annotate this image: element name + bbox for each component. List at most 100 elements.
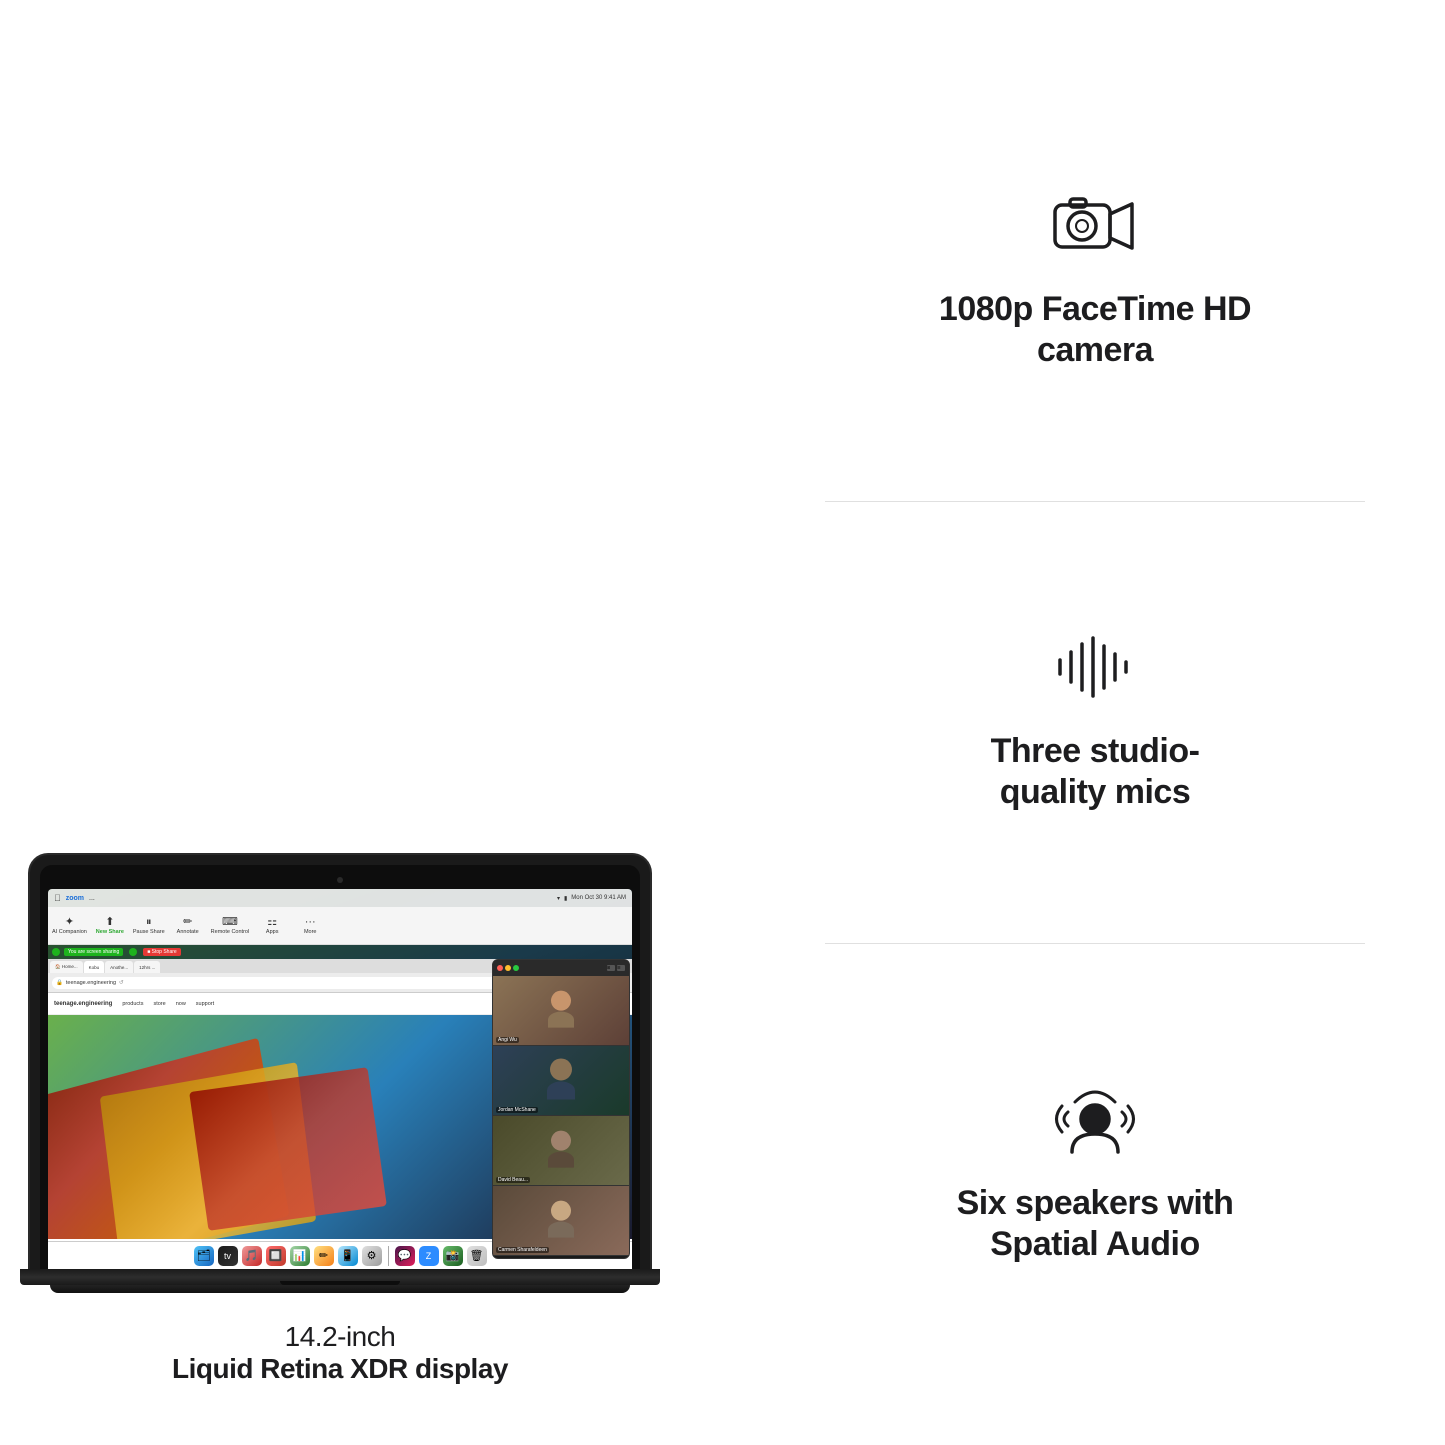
- refresh-icon: ↺: [119, 980, 124, 986]
- mic-icon-area: [1050, 632, 1140, 707]
- remote-control-icon: ⌨: [222, 917, 238, 928]
- toolbar-annotate[interactable]: ✏ Annotate: [173, 917, 203, 935]
- dock-icon-numbers[interactable]: 📊: [290, 1246, 310, 1266]
- macbook-screen-outer:  zoom ... ▾ ▮ Mon Oct 30 9:41 AM: [30, 855, 650, 1269]
- toolbar-pause-share[interactable]: ⏸ Pause Share: [133, 917, 165, 935]
- pause-share-icon: ⏸: [146, 917, 152, 928]
- macbook-bottom: [50, 1285, 630, 1293]
- annotate-label: Annotate: [177, 929, 199, 935]
- display-type-label: Liquid Retina XDR display: [172, 1353, 508, 1385]
- camera-icon: [1050, 190, 1140, 260]
- participant-name-4: Carmen Sharafeldeen: [496, 1247, 549, 1253]
- nav-products[interactable]: products: [122, 1001, 143, 1007]
- ai-companion-icon: ✦: [65, 917, 74, 928]
- speaker-icon: [1050, 1064, 1140, 1154]
- speaker-icon-area: [1050, 1064, 1140, 1159]
- more-icon: ···: [305, 917, 316, 928]
- dock-icon-slack[interactable]: 💬: [395, 1246, 415, 1266]
- apps-icon: ⚏: [267, 917, 277, 928]
- speakers-feature-title: Six speakers with Spatial Audio: [957, 1183, 1234, 1265]
- participant-name-3: David Beau...: [496, 1177, 530, 1183]
- sharing-bar: You are screen sharing ■ Stop Share: [48, 945, 632, 959]
- remote-control-label: Remote Control: [211, 929, 250, 935]
- lock-icon: 🔒: [56, 980, 63, 986]
- battery-icon: ▮: [564, 895, 567, 902]
- sharing-dot: [129, 948, 137, 956]
- zoom-panel-controls: [497, 965, 519, 971]
- zoom-menu-label: zoom: [66, 895, 84, 902]
- browser-tab-home[interactable]: 🏠 Home...: [50, 961, 83, 973]
- menu-bar-right: ▾ ▮ Mon Oct 30 9:41 AM: [557, 895, 626, 902]
- camera-icon-area: [1050, 190, 1140, 265]
- sharing-indicator: [52, 948, 60, 956]
- feature-mics: Three studio- quality mics: [825, 502, 1365, 943]
- close-dot[interactable]: [497, 965, 503, 971]
- macbook-display:  zoom ... ▾ ▮ Mon Oct 30 9:41 AM: [48, 889, 632, 1269]
- toolbar-new-share[interactable]: ⬆ New Share: [95, 917, 125, 935]
- dock-icon-trash[interactable]: 🗑: [467, 1246, 487, 1266]
- camera-feature-title: 1080p FaceTime HD camera: [939, 289, 1251, 371]
- nav-support[interactable]: support: [196, 1001, 214, 1007]
- minimize-dot[interactable]: [505, 965, 511, 971]
- macbook-hinge: [280, 1281, 400, 1285]
- toolbar-ai-companion[interactable]: ✦ AI Companion: [52, 917, 87, 935]
- menu-item-1: ...: [89, 895, 95, 902]
- annotate-icon: ✏: [183, 917, 192, 928]
- macos-ui:  zoom ... ▾ ▮ Mon Oct 30 9:41 AM: [48, 889, 632, 1269]
- nav-now[interactable]: now: [176, 1001, 186, 1007]
- more-label: More: [304, 929, 317, 935]
- ai-companion-label: AI Companion: [52, 929, 87, 935]
- dock-icon-systemprefs[interactable]: ⚙: [362, 1246, 382, 1266]
- dock-icon-pencil[interactable]: ✏: [314, 1246, 334, 1266]
- menu-bar:  zoom ... ▾ ▮ Mon Oct 30 9:41 AM: [48, 889, 632, 907]
- menu-time: Mon Oct 30 9:41 AM: [571, 895, 626, 901]
- browser-tab-12hrs[interactable]: 12hrs ...: [134, 961, 160, 973]
- participant-name-1: Angi Wu: [496, 1037, 519, 1043]
- menu-bar-left:  zoom ...: [54, 893, 551, 903]
- website-logo: teenage.engineering: [54, 1001, 112, 1007]
- dock-icon-facetime[interactable]: 📸: [443, 1246, 463, 1266]
- apps-label: Apps: [266, 929, 279, 935]
- participant-jordan: Jordan McShane: [493, 1046, 629, 1116]
- participant-name-2: Jordan McShane: [496, 1107, 538, 1113]
- participant-angi-wu: Angi Wu: [493, 976, 629, 1046]
- zoom-panel: ⊞ ☰ Angi Wu: [492, 959, 630, 1259]
- dock-icon-appstore[interactable]: 📱: [338, 1246, 358, 1266]
- participant-david: David Beau...: [493, 1116, 629, 1186]
- dock-icon-zoom[interactable]: Z: [419, 1246, 439, 1266]
- bottom-label: 14.2-inch Liquid Retina XDR display: [172, 1321, 508, 1385]
- zoom-view-grid[interactable]: ⊞: [607, 965, 615, 971]
- macbook-base: [20, 1269, 660, 1285]
- dock-divider: [388, 1246, 389, 1266]
- sharing-text: You are screen sharing: [64, 948, 123, 956]
- toolbar-more[interactable]: ··· More: [295, 917, 325, 935]
- stop-share-button[interactable]: ■ Stop Share: [143, 948, 180, 956]
- toolbar-remote-control[interactable]: ⌨ Remote Control: [211, 917, 250, 935]
- dock-icon-freeform[interactable]: 🔲: [266, 1246, 286, 1266]
- feature-camera: 1080p FaceTime HD camera: [825, 60, 1365, 501]
- dock-icon-music[interactable]: 🎵: [242, 1246, 262, 1266]
- nav-store[interactable]: store: [153, 1001, 165, 1007]
- left-section:  zoom ... ▾ ▮ Mon Oct 30 9:41 AM: [0, 0, 680, 1445]
- browser-tab-kobu[interactable]: Kobu: [84, 961, 105, 973]
- zoom-panel-view-options: ⊞ ☰: [607, 965, 625, 971]
- mics-feature-title: Three studio- quality mics: [991, 731, 1200, 813]
- microphone-icon: [1050, 632, 1140, 702]
- macbook-bezel:  zoom ... ▾ ▮ Mon Oct 30 9:41 AM: [40, 865, 640, 1269]
- zoom-view-list[interactable]: ☰: [617, 965, 625, 971]
- macbook-wrapper:  zoom ... ▾ ▮ Mon Oct 30 9:41 AM: [10, 855, 670, 1385]
- zoom-panel-header: ⊞ ☰: [493, 960, 629, 976]
- zoom-toolbar: ✦ AI Companion ⬆ New Share ⏸ Pause Share: [48, 907, 632, 945]
- new-share-label: New Share: [96, 929, 124, 935]
- apple-menu: : [54, 893, 61, 903]
- dock-icon-appletv[interactable]: tv: [218, 1246, 238, 1266]
- right-section: 1080p FaceTime HD camera Three studio- q…: [745, 0, 1445, 1445]
- webcam-dot: [337, 877, 343, 883]
- maximize-dot[interactable]: [513, 965, 519, 971]
- pause-share-label: Pause Share: [133, 929, 165, 935]
- feature-speakers: Six speakers with Spatial Audio: [825, 944, 1365, 1385]
- toolbar-apps[interactable]: ⚏ Apps: [257, 917, 287, 935]
- browser-tab-another[interactable]: Anothe...: [105, 961, 133, 973]
- dock-icon-finder[interactable]: 🗂: [194, 1246, 214, 1266]
- participant-carmen: Carmen Sharafeldeen: [493, 1186, 629, 1256]
